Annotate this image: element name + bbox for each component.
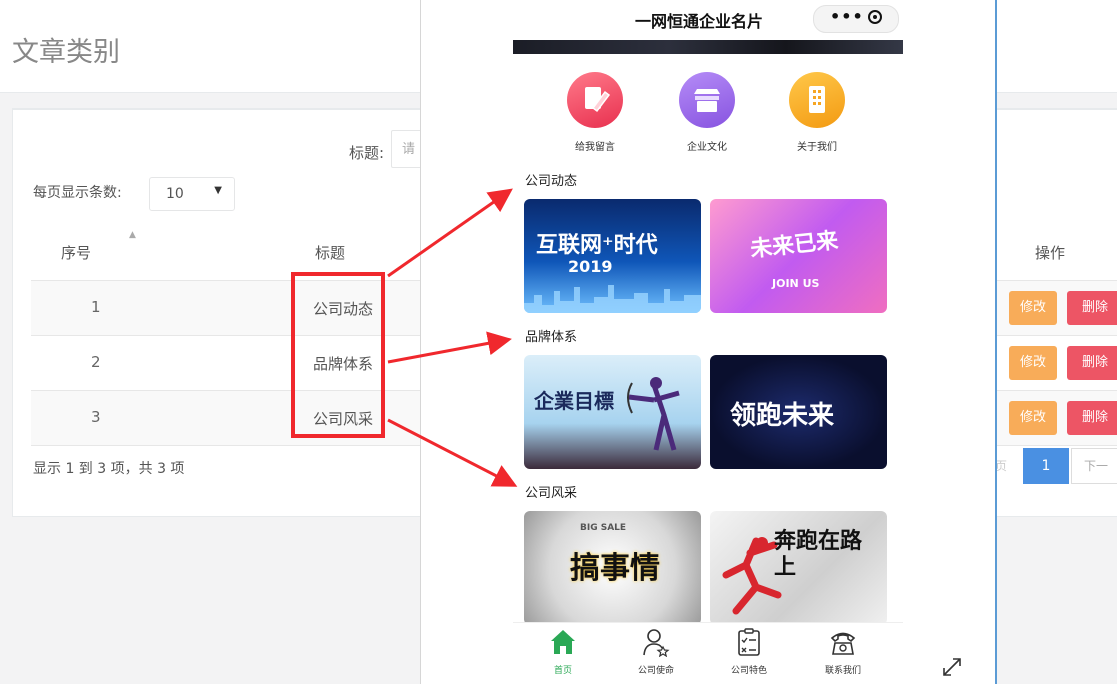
annotation-arrows — [387, 188, 518, 487]
arrow-to-company-news — [387, 188, 513, 278]
arrow-to-company-style — [387, 418, 518, 487]
arrow-to-brand-system — [387, 331, 512, 364]
